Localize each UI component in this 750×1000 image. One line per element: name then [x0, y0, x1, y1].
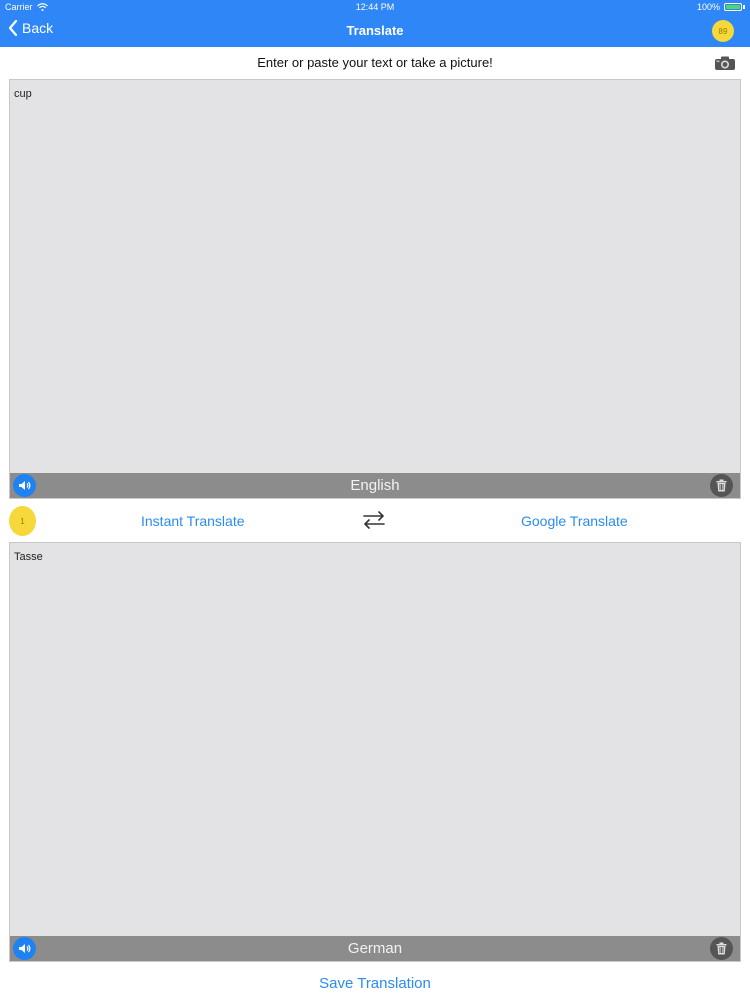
coin-badge[interactable]: 89	[712, 20, 734, 42]
battery-cap	[743, 5, 745, 9]
source-language-bar: English	[10, 473, 740, 498]
swap-arrows-icon[interactable]	[362, 510, 386, 530]
target-text[interactable]: Tasse	[14, 551, 43, 563]
trash-icon	[716, 942, 727, 955]
source-text[interactable]: cup	[14, 88, 32, 100]
status-bar: Carrier 12:44 PM 100%	[0, 0, 750, 14]
prompt-row: Enter or paste your text or take a pictu…	[0, 47, 750, 77]
target-language-label[interactable]: German	[10, 940, 740, 957]
save-translation-button[interactable]: Save Translation	[0, 975, 750, 992]
source-text-area[interactable]: cup English	[9, 79, 741, 499]
translation-count-badge: 1	[9, 506, 36, 536]
nav-bar: Back Translate 89	[0, 14, 750, 47]
target-text-area[interactable]: Tasse German	[9, 542, 741, 962]
status-time: 12:44 PM	[355, 2, 395, 12]
top-bar: Carrier 12:44 PM 100% Back Translate 89	[0, 0, 750, 47]
prompt-text: Enter or paste your text or take a pictu…	[257, 55, 493, 70]
target-language-bar: German	[10, 936, 740, 961]
instant-translate-button[interactable]: Instant Translate	[141, 513, 245, 529]
camera-icon[interactable]	[714, 55, 736, 71]
battery-percent: 100%	[696, 2, 720, 12]
battery-icon	[724, 3, 742, 11]
source-language-label[interactable]: English	[10, 477, 740, 494]
battery-group: 100%	[697, 2, 745, 12]
trash-icon	[716, 479, 727, 492]
translate-controls: 1 Instant Translate Google Translate	[0, 502, 750, 540]
google-translate-button[interactable]: Google Translate	[521, 513, 628, 529]
target-clear-button[interactable]	[710, 937, 733, 960]
source-clear-button[interactable]	[710, 474, 733, 497]
page-title: Translate	[346, 23, 404, 38]
